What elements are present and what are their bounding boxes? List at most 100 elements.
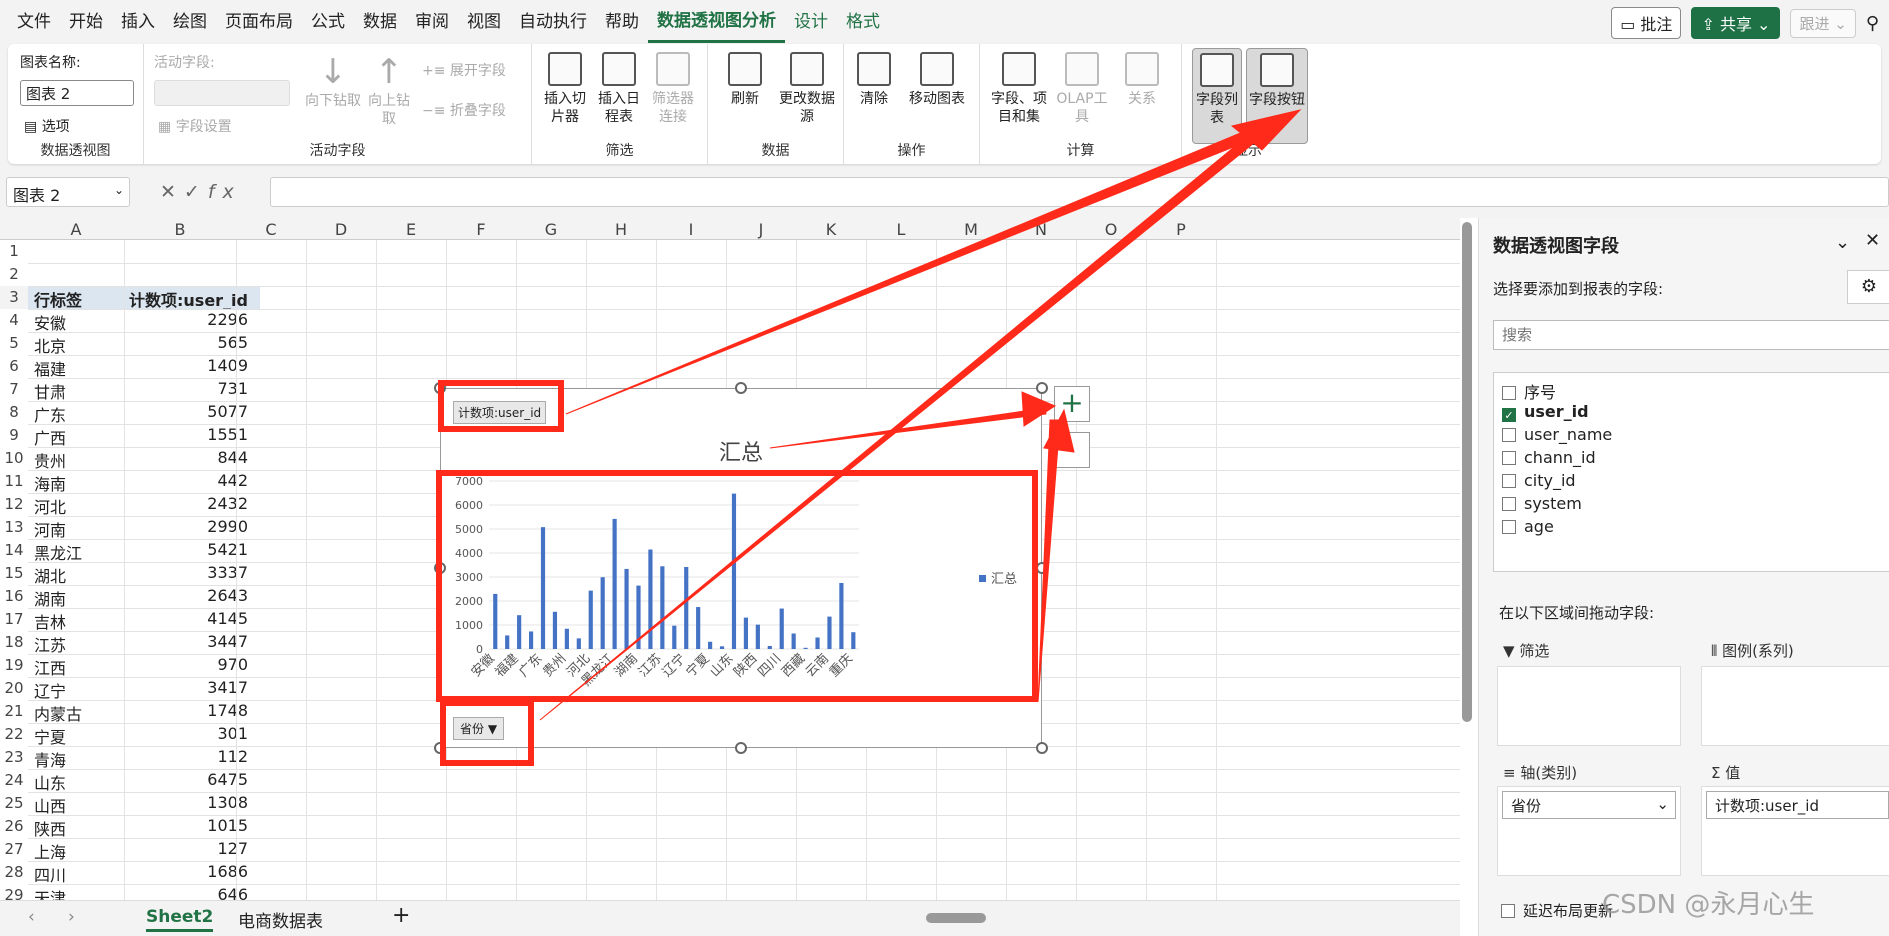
cell-value[interactable]: 646 xyxy=(217,885,248,900)
row-number[interactable]: 15 xyxy=(0,564,28,582)
cell-label[interactable]: 江西 xyxy=(34,655,66,679)
vertical-scrollbar[interactable] xyxy=(1462,222,1472,722)
menu-item[interactable]: 文件 xyxy=(8,0,60,44)
column-header[interactable]: D xyxy=(306,220,376,239)
chart-elements-button[interactable]: + xyxy=(1054,386,1090,422)
row-number[interactable]: 22 xyxy=(0,725,28,743)
cell-label[interactable]: 河北 xyxy=(34,494,66,518)
checkbox[interactable] xyxy=(1501,904,1515,918)
cell-value[interactable]: 计数项:user_id xyxy=(129,287,248,311)
cell-label[interactable]: 安徽 xyxy=(34,310,66,334)
cell-label[interactable]: 湖北 xyxy=(34,563,66,587)
cell-value[interactable]: 1015 xyxy=(207,816,248,835)
cell-label[interactable]: 贵州 xyxy=(34,448,66,472)
field-item[interactable]: 序号 xyxy=(1502,379,1556,403)
cell-label[interactable]: 天津 xyxy=(34,885,66,900)
menu-item[interactable]: 页面布局 xyxy=(216,0,302,44)
cell-label[interactable]: 甘肃 xyxy=(34,379,66,403)
legend-area[interactable] xyxy=(1701,666,1889,746)
cell-label[interactable]: 四川 xyxy=(34,862,66,886)
cell-value[interactable]: 844 xyxy=(217,448,248,467)
cell-label[interactable]: 吉林 xyxy=(34,609,66,633)
cell-value[interactable]: 565 xyxy=(217,333,248,352)
name-box[interactable]: 图表 2 xyxy=(6,177,130,207)
menu-item[interactable]: 审阅 xyxy=(406,0,458,44)
cell-value[interactable]: 5077 xyxy=(207,402,248,421)
checkbox[interactable] xyxy=(1502,428,1516,442)
cell-label[interactable]: 湖南 xyxy=(34,586,66,610)
row-number[interactable]: 9 xyxy=(0,426,28,444)
row-number[interactable]: 29 xyxy=(0,886,28,900)
field-item[interactable]: system xyxy=(1502,494,1582,513)
row-number[interactable]: 4 xyxy=(0,311,28,329)
cell-label[interactable]: 青海 xyxy=(34,747,66,771)
column-header[interactable]: O xyxy=(1076,220,1146,239)
cell-value[interactable]: 6475 xyxy=(207,770,248,789)
column-header[interactable]: G xyxy=(516,220,586,239)
field-list-button[interactable]: 字段列表 xyxy=(1192,48,1242,144)
scroll-right-icon[interactable]: › xyxy=(68,907,75,927)
menu-item[interactable]: 插入 xyxy=(112,0,164,44)
column-header[interactable]: I xyxy=(656,220,726,239)
cell-label[interactable]: 黑龙江 xyxy=(34,540,82,564)
field-settings-button[interactable]: ▦ 字段设置 xyxy=(158,116,232,136)
cell-value[interactable]: 442 xyxy=(217,471,248,490)
checkbox[interactable]: ✓ xyxy=(1502,408,1516,422)
fields-items-sets-button[interactable]: 字段、项目和集 xyxy=(988,52,1050,126)
row-number[interactable]: 27 xyxy=(0,840,28,858)
tab-ecommerce-data[interactable]: 电商数据表 xyxy=(238,907,323,932)
row-number[interactable]: 21 xyxy=(0,702,28,720)
resize-handle[interactable] xyxy=(1036,742,1048,754)
row-number[interactable]: 3 xyxy=(0,288,28,306)
share-button[interactable]: ⇪ 共享 ⌄ xyxy=(1691,7,1781,39)
cell-label[interactable]: 广西 xyxy=(34,425,66,449)
clear-button[interactable]: 清除 xyxy=(852,52,896,108)
row-number[interactable]: 14 xyxy=(0,541,28,559)
refresh-button[interactable]: 刷新 xyxy=(720,52,770,108)
row-number[interactable]: 1 xyxy=(0,242,28,260)
cell-value[interactable]: 301 xyxy=(217,724,248,743)
row-number[interactable]: 10 xyxy=(0,449,28,467)
axis-field-item[interactable]: 省份 ⌄ xyxy=(1502,791,1676,819)
resize-handle[interactable] xyxy=(735,382,747,394)
add-sheet-button[interactable]: + xyxy=(392,903,410,928)
column-header[interactable]: N xyxy=(1006,220,1076,239)
tab-sheet2[interactable]: Sheet2 xyxy=(146,907,214,932)
confirm-icon[interactable]: ✓ xyxy=(184,181,208,203)
column-header[interactable]: K xyxy=(796,220,866,239)
values-area[interactable]: 计数项:user_id xyxy=(1701,786,1889,876)
row-number[interactable]: 5 xyxy=(0,334,28,352)
field-item[interactable]: chann_id xyxy=(1502,448,1596,467)
cell-label[interactable]: 广东 xyxy=(34,402,66,426)
cell-value[interactable]: 2643 xyxy=(207,586,248,605)
chart-name-input[interactable]: 图表 2 xyxy=(20,80,134,106)
row-number[interactable]: 16 xyxy=(0,587,28,605)
cell-value[interactable]: 3447 xyxy=(207,632,248,651)
row-number[interactable]: 24 xyxy=(0,771,28,789)
search-input[interactable] xyxy=(1493,320,1889,350)
cell-label[interactable]: 行标签 xyxy=(34,287,82,311)
cell-value[interactable]: 2432 xyxy=(207,494,248,513)
menu-item-contextual[interactable]: 格式 xyxy=(837,0,889,44)
row-number[interactable]: 18 xyxy=(0,633,28,651)
olap-tools-button[interactable]: OLAP工具 xyxy=(1054,52,1110,126)
column-header[interactable]: F xyxy=(446,220,516,239)
cell-value[interactable]: 127 xyxy=(217,839,248,858)
cell-value[interactable]: 1686 xyxy=(207,862,248,881)
menu-item[interactable]: 开始 xyxy=(60,0,112,44)
field-item[interactable]: age xyxy=(1502,517,1554,536)
move-chart-button[interactable]: 移动图表 xyxy=(900,52,974,108)
cell-value[interactable]: 1551 xyxy=(207,425,248,444)
menu-item-contextual[interactable]: 设计 xyxy=(785,0,837,44)
track-button[interactable]: 跟进 ⌄ xyxy=(1790,8,1856,38)
gear-icon[interactable]: ⚙ xyxy=(1847,270,1889,304)
filter-area[interactable] xyxy=(1497,666,1681,746)
row-number[interactable]: 26 xyxy=(0,817,28,835)
row-number[interactable]: 12 xyxy=(0,495,28,513)
resize-handle[interactable] xyxy=(1036,382,1048,394)
cell-label[interactable]: 上海 xyxy=(34,839,66,863)
row-number[interactable]: 25 xyxy=(0,794,28,812)
scroll-left-icon[interactable]: ‹ xyxy=(28,907,35,927)
cell-label[interactable]: 海南 xyxy=(34,471,66,495)
filter-connections-button[interactable]: 筛选器连接 xyxy=(648,52,698,126)
